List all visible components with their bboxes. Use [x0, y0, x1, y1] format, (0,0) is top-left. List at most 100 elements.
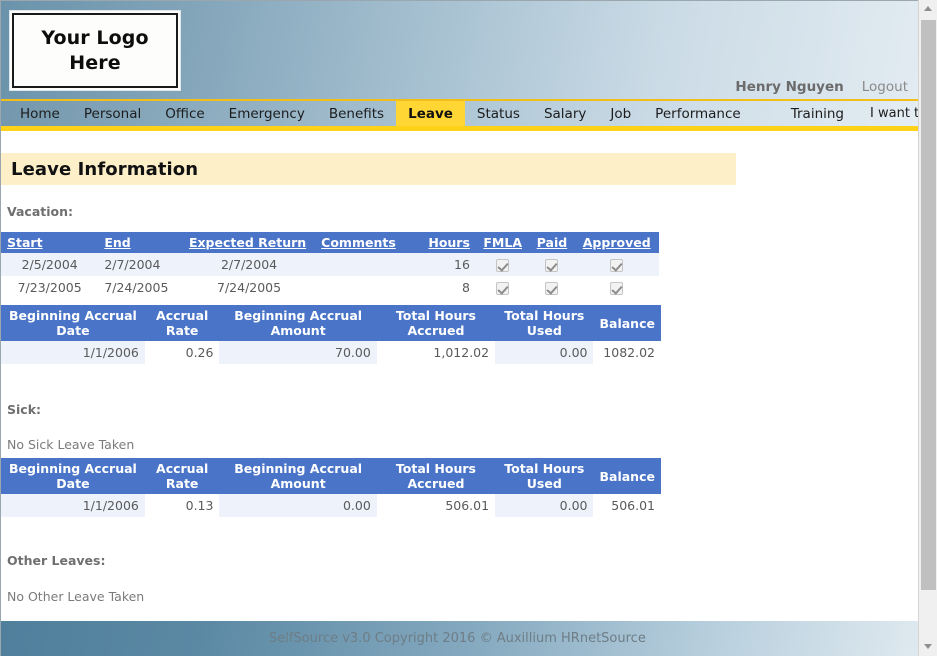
logo-line-1: Your Logo: [41, 26, 149, 49]
col-header-accrual-rate: Accrual Rate: [144, 458, 220, 494]
cell-hours: 8: [415, 276, 476, 299]
table-row: 7/23/2005 7/24/2005 7/24/2005 8: [1, 276, 659, 299]
nav-underline-bar: [1, 126, 918, 131]
cell-total-hours-used: 0.00: [495, 494, 594, 517]
checkbox-approved-checked[interactable]: [610, 282, 624, 295]
nav-item-status[interactable]: Status: [465, 101, 532, 126]
cell-approved: [574, 253, 659, 276]
col-header-hours[interactable]: Hours: [415, 232, 476, 253]
col-header-beginning-accrual-date: Beginning Accrual Date: [1, 458, 145, 494]
col-header-beginning-accrual-amount: Beginning Accrual Amount: [219, 305, 377, 341]
nav-item-office[interactable]: Office: [153, 101, 216, 126]
col-header-fmla[interactable]: FMLA: [475, 232, 530, 253]
page-footer: SelfSource v3.0 Copyright 2016 © Auxilli…: [1, 621, 918, 656]
vacation-accrual-table: Beginning Accrual Date Accrual Rate Begi…: [1, 305, 661, 364]
nav-item-salary[interactable]: Salary: [532, 101, 598, 126]
col-header-accrual-rate: Accrual Rate: [144, 305, 220, 341]
cell-fmla: [475, 276, 530, 299]
page-title: Leave Information: [11, 158, 199, 180]
col-header-approved[interactable]: Approved: [574, 232, 659, 253]
col-header-total-hours-accrued: Total Hours Accrued: [376, 305, 496, 341]
nav-item-job[interactable]: Job: [598, 101, 643, 126]
cell-total-hours-accrued: 1,012.02: [376, 341, 496, 364]
col-header-beginning-accrual-amount: Beginning Accrual Amount: [219, 458, 377, 494]
col-header-balance: Balance: [593, 305, 661, 341]
cell-accrual-rate: 0.13: [144, 494, 220, 517]
vacation-section-label: Vacation:: [7, 204, 74, 219]
checkbox-fmla-checked[interactable]: [496, 259, 510, 272]
scroll-down-button[interactable]: [919, 638, 937, 656]
sick-section-label: Sick:: [7, 402, 42, 417]
col-header-total-hours-used: Total Hours Used: [495, 305, 594, 341]
cell-beginning-accrual-amount: 0.00: [219, 494, 377, 517]
logo-line-2: Here: [69, 51, 121, 74]
cell-hours: 16: [415, 253, 476, 276]
application-window: Your Logo Here Henry Nguyen Logout Home …: [0, 0, 937, 656]
col-header-total-hours-used: Total Hours Used: [495, 458, 594, 494]
col-header-comments[interactable]: Comments: [315, 232, 416, 253]
nav-item-benefits[interactable]: Benefits: [317, 101, 396, 126]
sick-accrual-table: Beginning Accrual Date Accrual Rate Begi…: [1, 458, 661, 517]
cell-beginning-accrual-amount: 70.00: [219, 341, 377, 364]
cell-comments: [315, 276, 416, 299]
cell-start: 2/5/2004: [1, 253, 99, 276]
nav-item-emergency[interactable]: Emergency: [217, 101, 317, 126]
cell-balance: 506.01: [593, 494, 661, 517]
vacation-leave-table: Start End Expected Return Comments Hours…: [1, 232, 659, 299]
cell-accrual-rate: 0.26: [144, 341, 220, 364]
triangle-down-icon: [924, 644, 932, 649]
table-header-row: Start End Expected Return Comments Hours…: [1, 232, 659, 253]
other-leaves-empty-note: No Other Leave Taken: [7, 589, 145, 604]
checkbox-paid-checked[interactable]: [545, 259, 559, 272]
sick-empty-note: No Sick Leave Taken: [7, 437, 135, 452]
cell-expected-return: 2/7/2004: [182, 253, 316, 276]
page-viewport: Your Logo Here Henry Nguyen Logout Home …: [0, 0, 918, 656]
col-header-total-hours-accrued: Total Hours Accrued: [376, 458, 496, 494]
table-header-row: Beginning Accrual Date Accrual Rate Begi…: [1, 305, 661, 341]
nav-item-personal[interactable]: Personal: [72, 101, 153, 126]
col-header-beginning-accrual-date: Beginning Accrual Date: [1, 305, 145, 341]
triangle-up-icon: [924, 6, 932, 11]
col-header-balance: Balance: [593, 458, 661, 494]
main-navigation-bar: Home Personal Office Emergency Benefits …: [1, 99, 918, 126]
main-navigation: Home Personal Office Emergency Benefits …: [1, 101, 918, 126]
col-header-end[interactable]: End: [98, 232, 183, 253]
cell-expected-return: 7/24/2005: [182, 276, 316, 299]
nav-item-performance[interactable]: Performance: [643, 101, 753, 126]
scrollbar-thumb[interactable]: [921, 20, 936, 590]
checkbox-approved-checked[interactable]: [610, 259, 624, 272]
page-header: Your Logo Here Henry Nguyen Logout: [1, 1, 918, 99]
cell-approved: [574, 276, 659, 299]
main-content: Leave Information Vacation: Start End Ex…: [1, 153, 918, 623]
table-row: 2/5/2004 2/7/2004 2/7/2004 16: [1, 253, 659, 276]
footer-copyright-text: SelfSource v3.0 Copyright 2016 © Auxilli…: [269, 631, 646, 646]
company-logo: Your Logo Here: [9, 10, 181, 91]
nav-item-i-want-to[interactable]: I want to...: [856, 101, 918, 126]
vertical-scrollbar[interactable]: [918, 0, 937, 656]
cell-end: 7/24/2005: [98, 276, 183, 299]
logo-inner-frame: Your Logo Here: [12, 13, 178, 88]
table-header-row: Beginning Accrual Date Accrual Rate Begi…: [1, 458, 661, 494]
cell-comments: [315, 253, 416, 276]
nav-item-training[interactable]: Training: [779, 101, 856, 126]
cell-fmla: [475, 253, 530, 276]
user-bar: Henry Nguyen Logout: [735, 79, 908, 95]
nav-item-home[interactable]: Home: [8, 101, 72, 126]
nav-item-leave[interactable]: Leave: [396, 101, 465, 126]
col-header-expected-return[interactable]: Expected Return: [182, 232, 316, 253]
cell-end: 2/7/2004: [98, 253, 183, 276]
col-header-start[interactable]: Start: [1, 232, 99, 253]
scroll-up-button[interactable]: [919, 0, 937, 18]
cell-beginning-accrual-date: 1/1/2006: [1, 341, 145, 364]
page-title-bar: Leave Information: [1, 153, 736, 185]
logout-link[interactable]: Logout: [862, 79, 908, 95]
cell-beginning-accrual-date: 1/1/2006: [1, 494, 145, 517]
current-user-name: Henry Nguyen: [735, 79, 844, 95]
cell-start: 7/23/2005: [1, 276, 99, 299]
table-row: 1/1/2006 0.13 0.00 506.01 0.00 506.01: [1, 494, 661, 517]
checkbox-fmla-checked[interactable]: [496, 282, 510, 295]
cell-total-hours-used: 0.00: [495, 341, 594, 364]
cell-total-hours-accrued: 506.01: [376, 494, 496, 517]
checkbox-paid-checked[interactable]: [545, 282, 559, 295]
col-header-paid[interactable]: Paid: [529, 232, 575, 253]
